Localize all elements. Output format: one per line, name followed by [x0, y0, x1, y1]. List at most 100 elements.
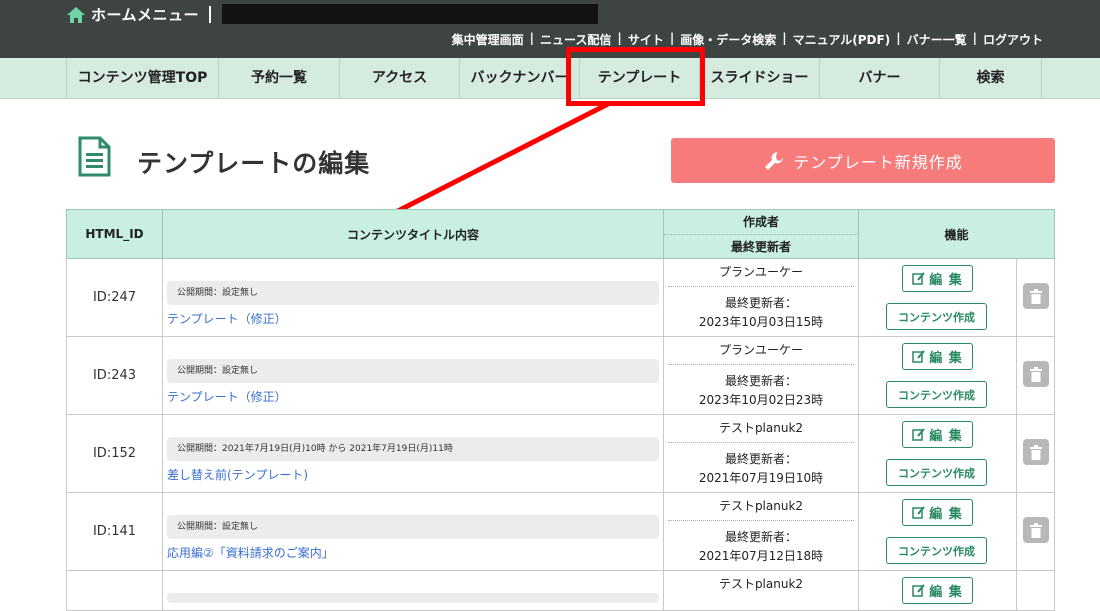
row-functions: 編 集 コンテンツ作成 [858, 337, 1016, 414]
row-content [162, 571, 663, 611]
redacted-site-name [222, 4, 598, 24]
edit-icon [912, 272, 925, 285]
home-menu-label: ホームメニュー [91, 6, 200, 24]
publish-period [167, 593, 659, 603]
row-author: テストplanuk2 最終更新者： 2021年07月19日10時 [663, 415, 858, 492]
header-author-label: 作成者 [742, 214, 779, 229]
updated-date: 2021年07月12日18時 [698, 549, 824, 563]
content-title-link[interactable]: 応用編②「資料請求のご案内」 [167, 544, 334, 561]
edit-icon [912, 350, 925, 363]
nav-search[interactable]: 検索 [939, 58, 1042, 98]
delete-button[interactable] [1023, 283, 1049, 309]
link-image-search[interactable]: 画像・データ検索 [675, 31, 781, 48]
publish-period: 公開期間：設定無し [167, 281, 659, 305]
table-row: テストplanuk2 編 集 [66, 571, 1055, 611]
row-author: プランユーケー 最終更新者： 2023年10月02日23時 [663, 337, 858, 414]
row-id: ID:247 [92, 290, 137, 305]
row-author: プランユーケー 最終更新者： 2023年10月03日15時 [663, 259, 858, 336]
row-delete [1016, 571, 1054, 611]
home-menu-link[interactable]: ホームメニュー [66, 4, 199, 25]
author-name: テストplanuk2 [718, 499, 804, 513]
nav-slideshow[interactable]: スライドショー [699, 58, 819, 98]
row-author: テストplanuk2 [663, 571, 858, 611]
delete-button[interactable] [1023, 439, 1049, 465]
create-content-button[interactable]: コンテンツ作成 [886, 459, 987, 486]
row-functions: 編 集 コンテンツ作成 [858, 259, 1016, 336]
row-id: ID:243 [92, 368, 137, 383]
edit-icon [912, 506, 925, 519]
create-content-button[interactable]: コンテンツ作成 [886, 381, 987, 408]
author-name: テストplanuk2 [718, 421, 804, 435]
nav-backnumber[interactable]: バックナンバー [459, 58, 579, 98]
row-content: 公開期間：設定無し テンプレート（修正） [162, 259, 663, 336]
new-template-button[interactable]: テンプレート新規作成 [671, 138, 1055, 183]
link-news[interactable]: ニュース配信 [535, 31, 616, 48]
updated-date: 2023年10月03日15時 [698, 315, 824, 329]
content-title-link[interactable]: テンプレート（修正） [167, 310, 287, 327]
create-content-button[interactable]: コンテンツ作成 [886, 303, 987, 330]
row-content: 公開期間：設定無し 応用編②「資料請求のご案内」 [162, 493, 663, 570]
header-author: 作成者 最終更新者 [663, 210, 858, 258]
header-html-id: HTML_ID [85, 227, 144, 241]
edit-button[interactable]: 編 集 [902, 421, 973, 448]
document-icon [78, 136, 111, 177]
create-content-button[interactable]: コンテンツ作成 [886, 537, 987, 564]
link-banner-list[interactable]: バナー一覧 [902, 31, 972, 48]
updated-date: 2021年07月19日10時 [698, 471, 824, 485]
link-site[interactable]: サイト [623, 31, 669, 48]
author-name: プランユーケー [718, 343, 803, 357]
row-content: 公開期間：設定無し テンプレート（修正） [162, 337, 663, 414]
header-links: 集中管理画面 | ニュース配信 | サイト | 画像・データ検索 | マニュアル… [447, 31, 1048, 48]
house-icon [67, 6, 85, 23]
row-content: 公開期間：2021年7月19日(月)10時 から 2021年7月19日(月)11… [162, 415, 663, 492]
new-template-label: テンプレート新規作成 [793, 152, 963, 172]
trash-icon [1030, 366, 1042, 382]
header-divider [209, 6, 211, 23]
trash-icon [1030, 288, 1042, 304]
header-content: コンテンツタイトル内容 [162, 210, 663, 258]
row-id: ID:152 [92, 446, 137, 461]
edit-button[interactable]: 編 集 [902, 343, 973, 370]
updater-label: 最終更新者： [724, 452, 797, 466]
header-functions: 機能 [858, 210, 1054, 258]
publish-period: 公開期間：2021年7月19日(月)10時 から 2021年7月19日(月)11… [167, 437, 659, 461]
trash-icon [1030, 444, 1042, 460]
nav-reservations[interactable]: 予約一覧 [218, 58, 339, 98]
table-row: ID:152 公開期間：2021年7月19日(月)10時 から 2021年7月1… [66, 415, 1055, 493]
updater-label: 最終更新者： [724, 530, 797, 544]
publish-period: 公開期間：設定無し [167, 515, 659, 539]
link-manual[interactable]: マニュアル(PDF) [788, 31, 896, 48]
row-delete [1016, 493, 1054, 570]
table-row: ID:247 公開期間：設定無し テンプレート（修正） プランユーケー 最終更新… [66, 259, 1055, 337]
table-row: ID:141 公開期間：設定無し 応用編②「資料請求のご案内」 テストplanu… [66, 493, 1055, 571]
header-updater-label: 最終更新者 [664, 233, 858, 259]
row-author: テストplanuk2 最終更新者： 2021年07月12日18時 [663, 493, 858, 570]
top-bar: ホームメニュー 集中管理画面 | ニュース配信 | サイト | 画像・データ検索… [0, 0, 1100, 58]
publish-period: 公開期間：設定無し [167, 359, 659, 383]
edit-button[interactable]: 編 集 [902, 499, 973, 526]
row-delete [1016, 259, 1054, 336]
author-name: テストplanuk2 [718, 577, 804, 591]
row-id: ID:141 [92, 524, 137, 539]
updated-date: 2023年10月02日23時 [698, 393, 824, 407]
nav-content-top[interactable]: コンテンツ管理TOP [66, 58, 218, 98]
row-id [67, 571, 162, 611]
page-title: テンプレートの編集 [137, 149, 371, 178]
table-header: HTML_ID コンテンツタイトル内容 作成者 最終更新者 機能 [66, 209, 1055, 259]
link-logout[interactable]: ログアウト [978, 31, 1048, 48]
updater-label: 最終更新者： [724, 296, 797, 310]
nav-banner[interactable]: バナー [819, 58, 939, 98]
edit-button[interactable]: 編 集 [902, 265, 973, 292]
wrench-icon [765, 151, 784, 170]
edit-icon [912, 584, 925, 597]
delete-button[interactable] [1023, 361, 1049, 387]
row-functions: 編 集 [858, 571, 1016, 611]
content-title-link[interactable]: 差し替え前(テンプレート) [167, 466, 308, 483]
nav-access[interactable]: アクセス [339, 58, 459, 98]
link-central-admin[interactable]: 集中管理画面 [447, 31, 529, 48]
table-row: ID:243 公開期間：設定無し テンプレート（修正） プランユーケー 最終更新… [66, 337, 1055, 415]
content-title-link[interactable]: テンプレート（修正） [167, 388, 287, 405]
delete-button[interactable] [1023, 517, 1049, 543]
main-nav: コンテンツ管理TOP 予約一覧 アクセス バックナンバー テンプレート スライド… [0, 58, 1100, 99]
row-delete [1016, 337, 1054, 414]
